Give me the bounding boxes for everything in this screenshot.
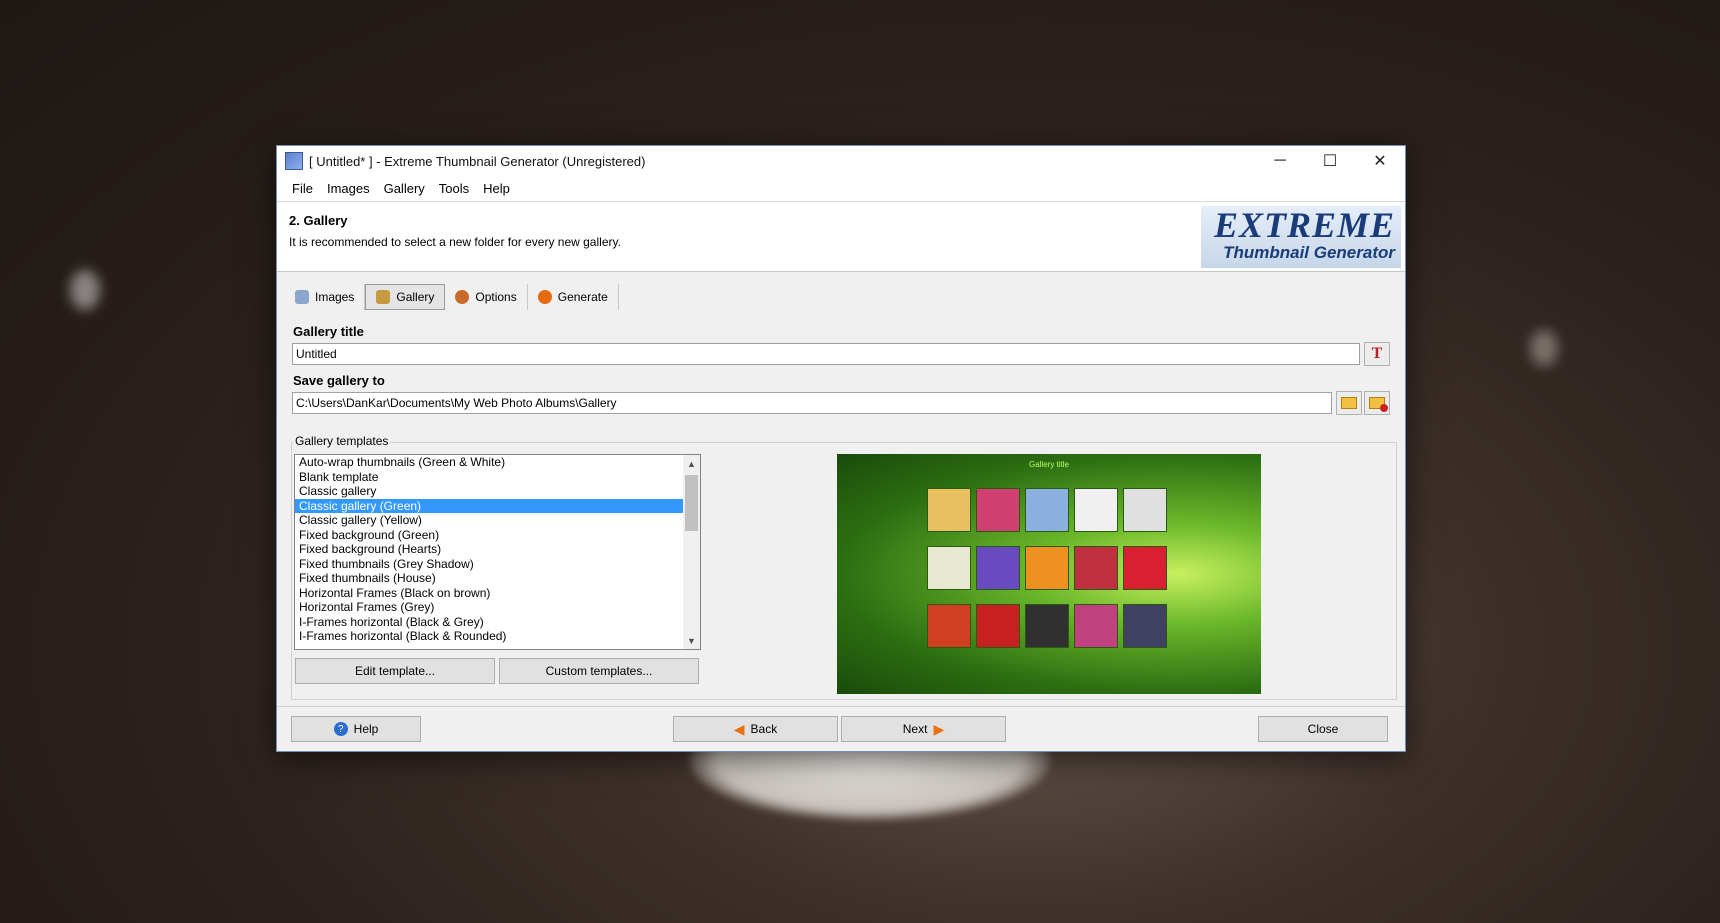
preview-thumb: [976, 546, 1020, 590]
window-title: [ Untitled* ] - Extreme Thumbnail Genera…: [309, 153, 646, 169]
generate-icon: [537, 290, 552, 304]
preview-thumb-grid: [927, 488, 1167, 648]
app-window: [ Untitled* ] - Extreme Thumbnail Genera…: [276, 145, 1406, 752]
step-subtitle: It is recommended to select a new folder…: [289, 235, 621, 249]
preview-thumb: [927, 604, 971, 648]
close-window-button[interactable]: ✕: [1355, 146, 1405, 176]
product-logo: EXTREME Thumbnail Generator: [1201, 206, 1401, 268]
minimize-button[interactable]: ─: [1255, 146, 1305, 176]
preview-thumb: [976, 604, 1020, 648]
tab-options[interactable]: Options: [445, 284, 528, 310]
list-item[interactable]: Fixed thumbnails (Grey Shadow): [295, 557, 684, 572]
preview-thumb: [1074, 488, 1118, 532]
scroll-up-icon[interactable]: ▲: [683, 455, 700, 472]
gallery-icon: [376, 290, 391, 304]
template-preview: Gallery title: [837, 454, 1261, 694]
step-title: 2. Gallery: [289, 213, 348, 228]
list-item[interactable]: Auto-wrap thumbnails (Green & White): [295, 455, 684, 470]
preview-thumb: [927, 488, 971, 532]
menu-help[interactable]: Help: [476, 181, 517, 196]
list-item[interactable]: Fixed background (Hearts): [295, 542, 684, 557]
list-item[interactable]: I-Frames horizontal (Black & Rounded): [295, 629, 684, 644]
preview-thumb: [1123, 488, 1167, 532]
list-scrollbar[interactable]: ▲ ▼: [683, 455, 700, 649]
list-item[interactable]: Classic gallery: [295, 484, 684, 499]
menu-gallery[interactable]: Gallery: [377, 181, 432, 196]
back-label: Back: [750, 722, 778, 736]
templates-list[interactable]: Auto-wrap thumbnails (Green & White) Bla…: [294, 454, 701, 650]
tab-images-label: Images: [315, 290, 355, 304]
next-arrow-icon: ▶: [933, 720, 945, 737]
next-label: Next: [902, 722, 928, 736]
menu-bar: File Images Gallery Tools Help: [277, 176, 1405, 202]
menu-file[interactable]: File: [285, 181, 320, 196]
edit-template-button[interactable]: Edit template...: [295, 658, 495, 684]
tab-images[interactable]: Images: [285, 284, 366, 310]
preview-thumb: [1123, 604, 1167, 648]
back-button[interactable]: ◀ Back: [673, 716, 838, 742]
folder-delete-icon: [1369, 397, 1388, 412]
preview-thumb: [976, 488, 1020, 532]
preview-title: Gallery title: [1028, 460, 1069, 469]
next-button[interactable]: Next ▶: [841, 716, 1006, 742]
scroll-down-icon[interactable]: ▼: [683, 632, 700, 649]
tab-generate[interactable]: Generate: [528, 284, 619, 310]
images-icon: [295, 290, 309, 304]
preview-thumb: [1123, 546, 1167, 590]
browse-folder-button[interactable]: [1336, 391, 1362, 415]
preview-thumb: [927, 546, 971, 590]
preview-thumb: [1025, 488, 1069, 532]
logo-line2: Thumbnail Generator: [1223, 243, 1395, 262]
title-font-button[interactable]: T: [1364, 342, 1390, 366]
help-label: Help: [353, 722, 379, 736]
menu-tools[interactable]: Tools: [432, 181, 476, 196]
back-arrow-icon: ◀: [733, 720, 745, 737]
help-button[interactable]: ? Help: [291, 716, 421, 742]
gallery-title-label: Gallery title: [293, 324, 364, 339]
logo-line1: EXTREME: [1213, 205, 1395, 245]
list-item[interactable]: Fixed background (Green): [295, 528, 684, 543]
tab-options-label: Options: [475, 290, 517, 304]
title-bar: [ Untitled* ] - Extreme Thumbnail Genera…: [277, 146, 1405, 176]
tab-gallery-label: Gallery: [396, 290, 435, 304]
options-icon: [455, 290, 470, 304]
tab-generate-label: Generate: [557, 290, 608, 304]
templates-label: Gallery templates: [293, 434, 391, 448]
preview-thumb: [1074, 546, 1118, 590]
menu-images[interactable]: Images: [320, 181, 377, 196]
save-path-input[interactable]: C:\Users\DanKar\Documents\My Web Photo A…: [292, 392, 1332, 414]
help-icon: ?: [333, 722, 348, 736]
list-item[interactable]: Fixed thumbnails (House): [295, 571, 684, 586]
close-button[interactable]: Close: [1258, 716, 1388, 742]
save-gallery-label: Save gallery to: [293, 373, 385, 388]
font-icon: T: [1371, 345, 1383, 362]
custom-templates-button[interactable]: Custom templates...: [499, 658, 699, 684]
gallery-title-input[interactable]: Untitled: [292, 343, 1360, 365]
clear-folder-button[interactable]: [1364, 391, 1390, 415]
scroll-thumb[interactable]: [685, 475, 698, 531]
wizard-tabs: Images Gallery Options Generate: [285, 283, 619, 311]
list-item[interactable]: Blank template: [295, 470, 684, 485]
folder-icon: [1341, 397, 1357, 409]
list-item[interactable]: Horizontal Frames (Grey): [295, 600, 684, 615]
preview-thumb: [1074, 604, 1118, 648]
tab-gallery[interactable]: Gallery: [365, 284, 446, 310]
preview-thumb: [1025, 604, 1069, 648]
preview-thumb: [1025, 546, 1069, 590]
list-item[interactable]: Classic gallery (Yellow): [295, 513, 684, 528]
step-header: 2. Gallery It is recommended to select a…: [277, 202, 1405, 272]
maximize-button[interactable]: ☐: [1305, 146, 1355, 176]
list-item-selected[interactable]: Classic gallery (Green): [295, 498, 684, 513]
footer-divider: [277, 706, 1405, 707]
app-icon: [285, 152, 303, 170]
list-item[interactable]: I-Frames horizontal (Black & Grey): [295, 615, 684, 630]
list-item[interactable]: Horizontal Frames (Black on brown): [295, 586, 684, 601]
